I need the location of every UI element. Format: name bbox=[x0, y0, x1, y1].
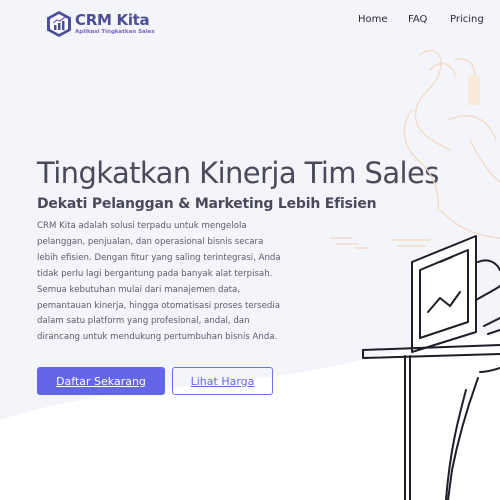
brand-tagline: Aplikasi Tingkatkan Sales bbox=[75, 29, 155, 35]
nav-link-home[interactable]: Home bbox=[358, 14, 388, 25]
view-pricing-button[interactable]: Lihat Harga bbox=[172, 367, 273, 395]
growth-chart-hexagon-icon bbox=[47, 11, 71, 37]
hero-description: CRM Kita adalah solusi terpadu untuk men… bbox=[37, 221, 281, 343]
brand-name: CRM Kita bbox=[75, 11, 150, 29]
person-at-laptop-illustration bbox=[329, 49, 500, 500]
nav-link-pricing[interactable]: Pricing bbox=[450, 14, 484, 25]
brand-logo[interactable]: CRM Kita Aplikasi Tingkatkan Sales bbox=[46, 10, 155, 38]
site-header: CRM Kita Aplikasi Tingkatkan Sales Home … bbox=[0, 0, 500, 44]
register-button[interactable]: Daftar Sekarang bbox=[37, 367, 165, 395]
nav-link-faq[interactable]: FAQ bbox=[408, 14, 427, 25]
